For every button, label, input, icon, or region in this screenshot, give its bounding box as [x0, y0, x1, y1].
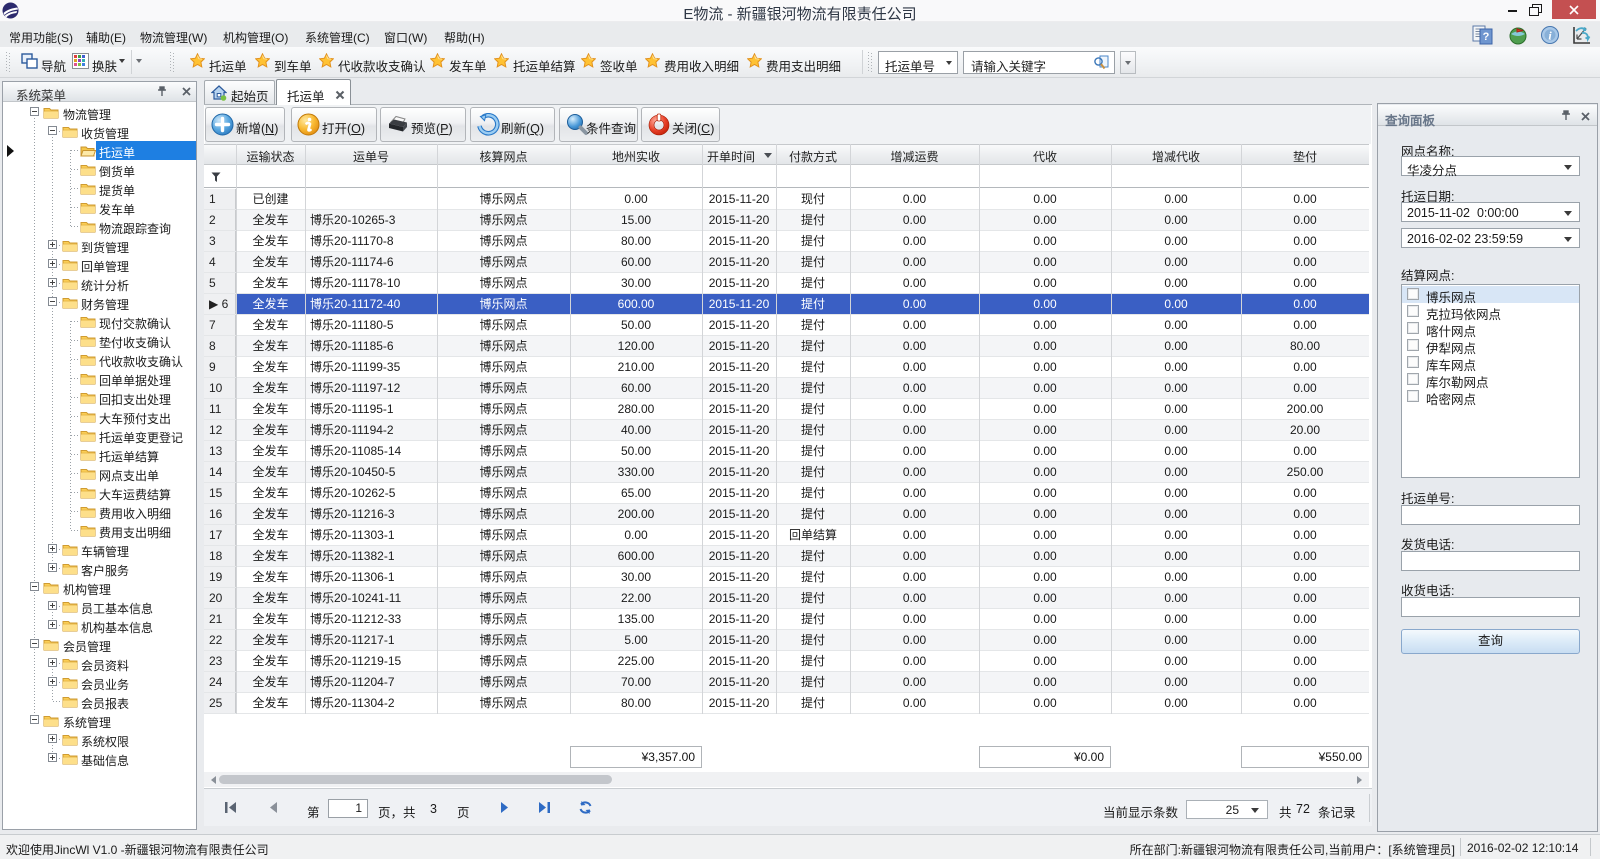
- svg-text:?: ?: [1483, 31, 1490, 43]
